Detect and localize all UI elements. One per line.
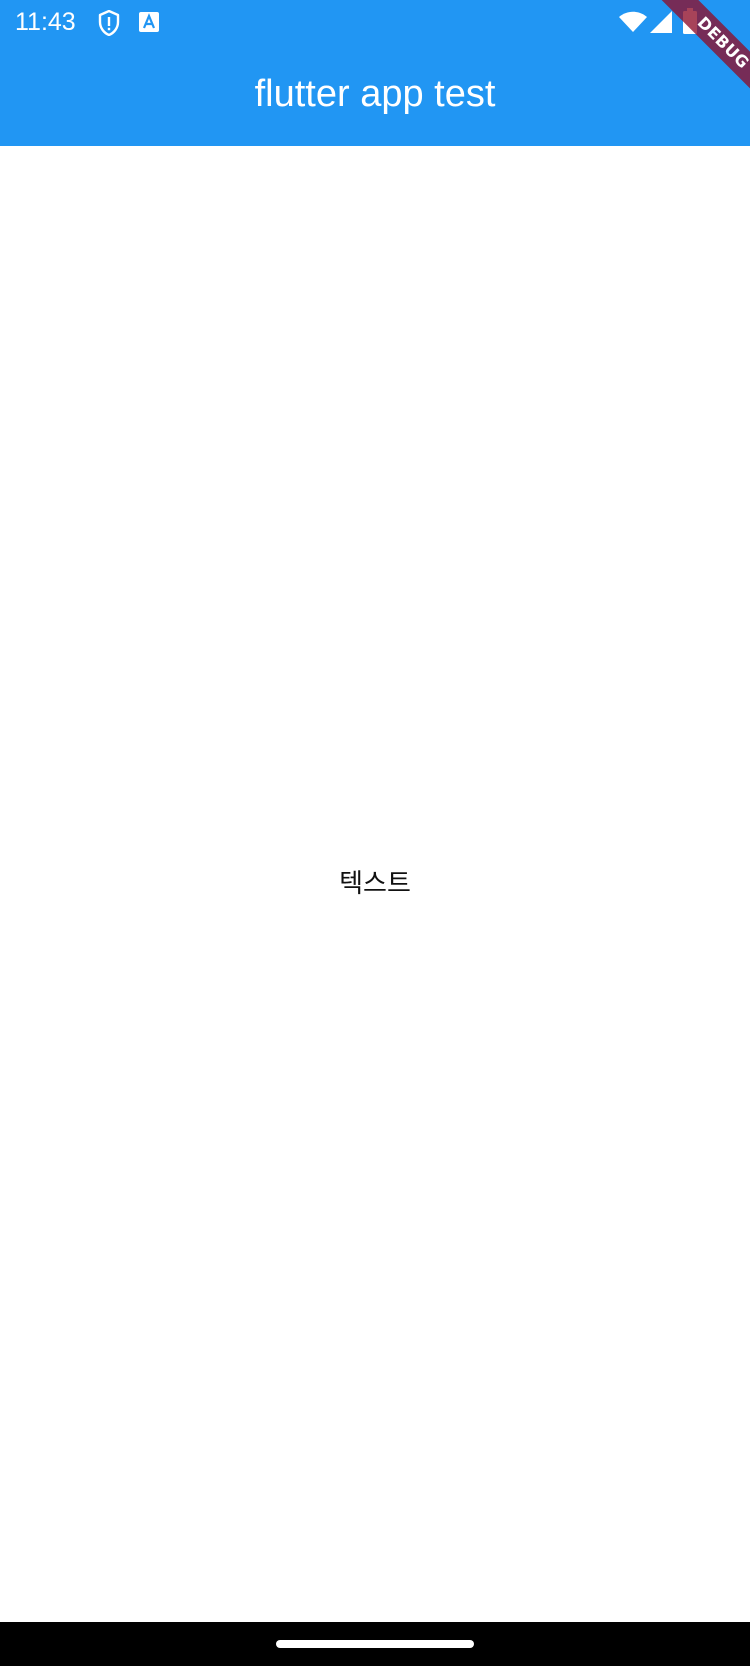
app-screen: 11:43 flutter app test DEBUG 텍스트: [0, 0, 750, 1666]
text-a-icon: [139, 12, 159, 32]
battery-icon: [683, 8, 697, 34]
shield-alert-icon: [98, 10, 120, 36]
body-text: 텍스트: [339, 869, 411, 899]
cellular-signal-icon: [650, 11, 672, 33]
app-bar: 11:43 flutter app test: [0, 0, 750, 146]
app-bar-title: flutter app test: [254, 73, 496, 115]
wifi-icon: [619, 11, 647, 32]
status-bar: 11:43: [0, 0, 750, 46]
navigation-bar: [0, 1622, 750, 1666]
status-time: 11:43: [15, 8, 76, 36]
home-handle[interactable]: [276, 1640, 474, 1648]
